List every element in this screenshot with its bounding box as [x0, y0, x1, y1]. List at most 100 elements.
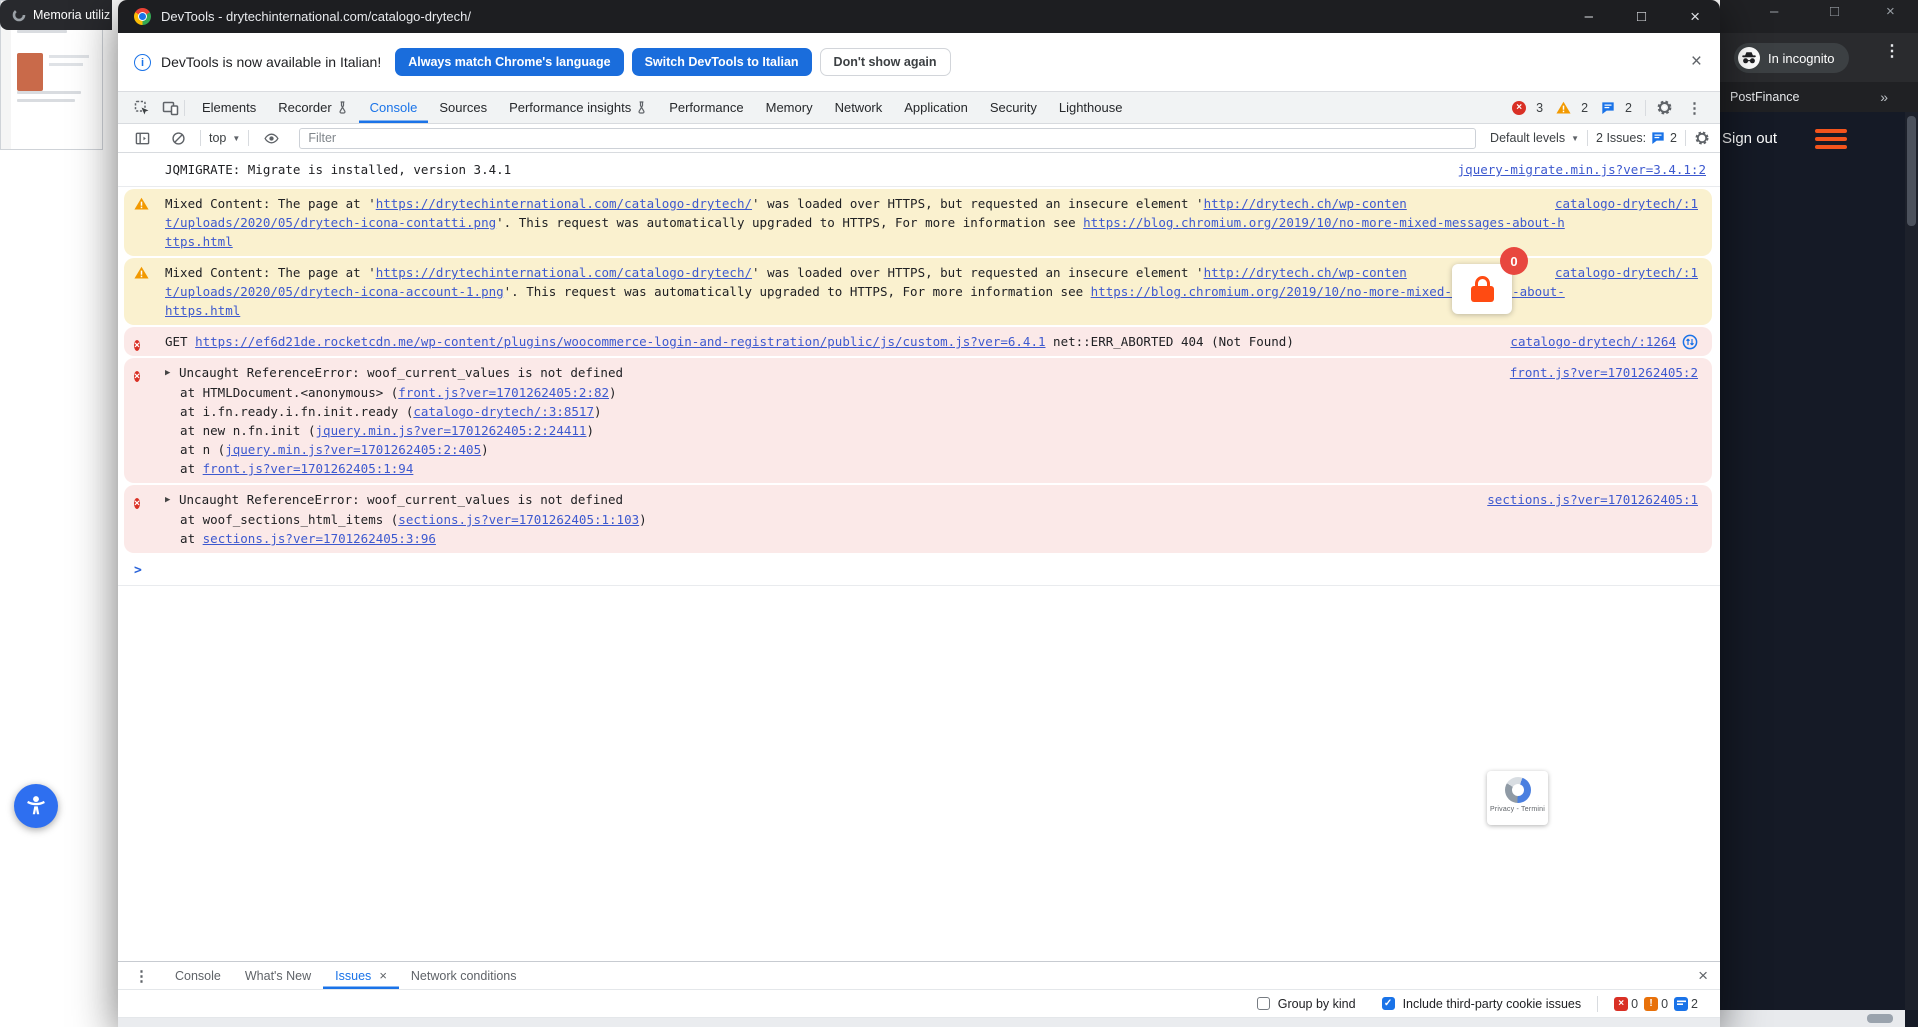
tab-lighthouse[interactable]: Lighthouse — [1048, 92, 1134, 123]
console-text: ) — [586, 423, 594, 438]
browser-menu-kebab-icon[interactable]: ⋮ — [1880, 41, 1904, 61]
issue-kind-count-page-error: 0 — [1631, 996, 1639, 1011]
group-by-kind-label: Group by kind — [1277, 996, 1356, 1011]
source-location-link[interactable]: jquery-migrate.min.js?ver=3.4.1:2 — [1458, 160, 1706, 179]
error-icon: × — [134, 498, 141, 509]
devtools-window-title: DevTools - drytechinternational.com/cata… — [161, 9, 471, 24]
console-link[interactable]: t/uploads/2020/05/drytech-icona-contatti… — [165, 215, 496, 230]
drawer-tab-close-icon[interactable]: × — [379, 968, 387, 983]
console-link[interactable]: https://drytechinternational.com/catalog… — [376, 196, 752, 211]
source-location-link[interactable]: front.js?ver=1701262405:2 — [1510, 363, 1698, 382]
console-text: ' was loaded over HTTPS, but requested a… — [752, 265, 1204, 280]
console-settings-gear-icon[interactable] — [1694, 130, 1710, 146]
tab-elements[interactable]: Elements — [191, 92, 267, 123]
drawer-tab-issues[interactable]: Issues × — [323, 962, 399, 989]
drawer-close-icon[interactable]: × — [1698, 966, 1708, 986]
console-link[interactable]: https://ef6d21de.rocketcdn.me/wp-content… — [195, 334, 1045, 349]
console-link[interactable]: https.html — [165, 303, 240, 318]
devtools-minimize-button[interactable]: – — [1585, 8, 1593, 25]
console-filter-input[interactable] — [299, 127, 1477, 149]
match-language-button[interactable]: Always match Chrome's language — [395, 48, 624, 76]
log-levels-dropdown[interactable]: Default levels ▼ — [1490, 131, 1579, 145]
issue-kind-badge-page-error: × — [1614, 996, 1629, 1011]
browser-maximize-button[interactable]: □ — [1830, 3, 1839, 20]
infobar-close-icon[interactable]: × — [1691, 51, 1702, 73]
browser-close-button[interactable]: × — [1886, 3, 1895, 20]
tab-recorder[interactable]: Recorder — [267, 92, 358, 123]
console-link[interactable]: sections.js?ver=1701262405:1:103 — [398, 512, 639, 527]
settings-gear-icon[interactable] — [1656, 99, 1673, 116]
clear-console-icon[interactable] — [168, 128, 188, 148]
drawer-tab-what-s-new[interactable]: What's New — [233, 962, 323, 989]
console-link[interactable]: https://blog.chromium.org/2019/10/no-mor… — [1083, 215, 1565, 230]
drawer-kebab-icon[interactable]: ⋮ — [130, 967, 153, 985]
console-link[interactable]: front.js?ver=1701262405:2:82 — [398, 385, 609, 400]
console-link[interactable]: catalogo-drytech/:3:8517 — [413, 404, 594, 419]
flask-icon — [339, 101, 346, 114]
source-location: catalogo-drytech/:1264 — [1510, 332, 1698, 351]
hamburger-menu-icon[interactable] — [1815, 129, 1847, 153]
tab-sources[interactable]: Sources — [428, 92, 498, 123]
page-scrollbar-thumb[interactable] — [1907, 116, 1916, 226]
third-party-cookies-checkbox[interactable]: ✓ — [1381, 997, 1395, 1010]
messages-count-icon[interactable] — [1601, 101, 1615, 115]
browser-minimize-button[interactable]: – — [1770, 3, 1778, 20]
tab-security[interactable]: Security — [979, 92, 1048, 123]
devtools-window: DevTools - drytechinternational.com/cata… — [118, 0, 1720, 1027]
accessibility-widget-button[interactable] — [14, 784, 58, 828]
source-location-link[interactable]: catalogo-drytech/:1264 — [1510, 332, 1676, 351]
console-link[interactable]: http://drytech.ch/wp-conten — [1204, 265, 1407, 280]
dont-show-again-button[interactable]: Don't show again — [819, 48, 951, 76]
live-expression-eye-icon[interactable] — [261, 128, 281, 148]
horizontal-scrollbar-thumb[interactable] — [1867, 1014, 1893, 1023]
tab-performance-insights[interactable]: Performance insights — [498, 92, 658, 123]
tab-label: Application — [904, 100, 968, 115]
recaptcha-badge[interactable]: Privacy - Termini — [1487, 771, 1548, 825]
login-lock-widget[interactable]: 0 — [1452, 247, 1528, 314]
drawer-tab-network-conditions[interactable]: Network conditions — [399, 962, 529, 989]
tab-network[interactable]: Network — [824, 92, 894, 123]
execution-context-dropdown[interactable]: top ▼ — [209, 131, 240, 145]
source-location-link[interactable]: catalogo-drytech/:1 — [1555, 263, 1698, 282]
console-link[interactable]: ttps.html — [165, 234, 233, 249]
console-sidebar-toggle-icon[interactable] — [132, 128, 152, 148]
tab-performance[interactable]: Performance — [658, 92, 754, 123]
console-link[interactable]: https://drytechinternational.com/catalog… — [376, 265, 752, 280]
issues-toolbar: Group by kind ✓ Include third-party cook… — [118, 990, 1720, 1018]
devtools-maximize-button[interactable]: □ — [1637, 8, 1646, 25]
expand-triangle-icon[interactable]: ▶ — [165, 364, 179, 383]
console-link[interactable]: front.js?ver=1701262405:1:94 — [203, 461, 414, 476]
devtools-close-button[interactable]: × — [1690, 7, 1700, 27]
bookmark-postfinance[interactable]: PostFinance — [1730, 90, 1799, 104]
group-by-kind-checkbox[interactable] — [1256, 997, 1270, 1010]
drawer-tab-label: Network conditions — [410, 968, 517, 983]
expand-triangle-icon[interactable]: ▶ — [165, 491, 179, 510]
device-toolbar-icon[interactable] — [160, 98, 180, 118]
console-text: at i.fn.ready.i.fn.init.ready ( — [165, 404, 414, 419]
request-initiator-icon[interactable] — [1682, 334, 1698, 350]
tab-memory[interactable]: Memory — [755, 92, 824, 123]
tab-console[interactable]: Console — [359, 92, 429, 123]
bookmarks-overflow-icon[interactable]: » — [1880, 89, 1888, 105]
drawer-tab-console[interactable]: Console — [163, 962, 233, 989]
console-text: at — [165, 461, 203, 476]
page-scrollbar[interactable] — [1905, 112, 1918, 1010]
console-text: GET — [165, 334, 196, 349]
error-count-icon[interactable]: × — [1512, 100, 1527, 115]
source-location-link[interactable]: catalogo-drytech/:1 — [1555, 194, 1698, 213]
console-link[interactable]: t/uploads/2020/05/drytech-icona-account-… — [165, 284, 504, 299]
browser-titlebar: – □ × — [1720, 0, 1918, 33]
console-link[interactable]: http://drytech.ch/wp-conten — [1204, 196, 1407, 211]
console-link[interactable]: jquery.min.js?ver=1701262405:2:24411 — [316, 423, 587, 438]
inspect-element-icon[interactable] — [132, 98, 152, 118]
source-location-link[interactable]: sections.js?ver=1701262405:1 — [1487, 490, 1698, 509]
console-prompt-row[interactable]: > — [118, 555, 1720, 586]
issues-counter-button[interactable]: 2 Issues: 2 — [1596, 131, 1677, 145]
tab-application[interactable]: Application — [893, 92, 979, 123]
devtools-menu-kebab-icon[interactable]: ⋮ — [1683, 99, 1706, 117]
warning-count-icon[interactable] — [1556, 101, 1571, 114]
switch-italian-button[interactable]: Switch DevTools to Italian — [631, 48, 812, 76]
console-link[interactable]: jquery.min.js?ver=1701262405:2:405 — [225, 442, 481, 457]
console-link[interactable]: sections.js?ver=1701262405:3:96 — [203, 531, 436, 546]
sign-out-link[interactable]: Sign out — [1722, 130, 1777, 147]
